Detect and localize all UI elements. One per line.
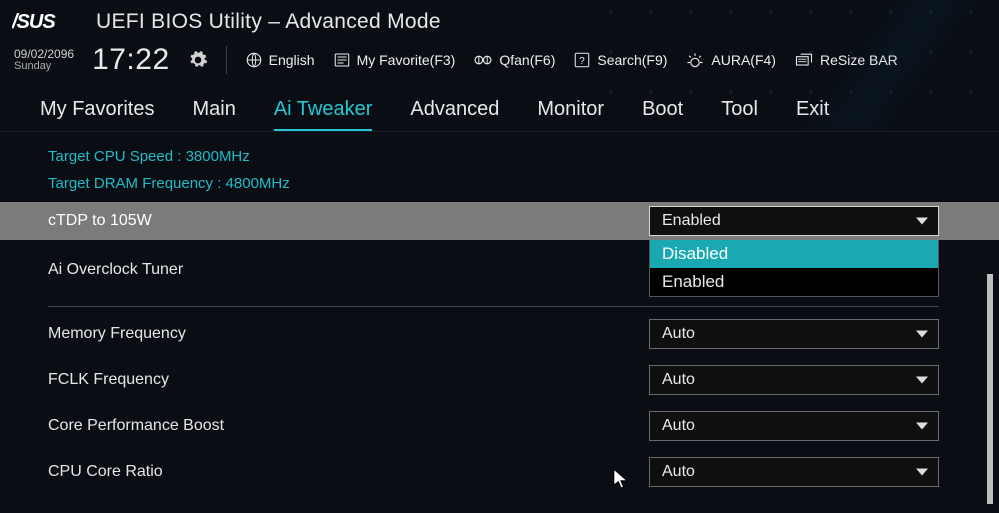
resizebar-label: ReSize BAR [820,52,898,68]
date-text: 09/02/2096 [14,48,74,61]
search-label: Search(F9) [597,52,667,68]
setting-label: Memory Frequency [48,325,649,343]
tab-advanced[interactable]: Advanced [410,98,499,131]
topbar: 09/02/2096 Sunday 17:22 English My Favor… [0,38,999,84]
scrollbar-thumb[interactable] [987,274,993,504]
setting-row-fclk-frequency[interactable]: FCLK Frequency Auto [0,357,999,403]
time-text: 17:22 [92,43,170,77]
aura-icon [685,51,705,69]
setting-row-memory-frequency[interactable]: Memory Frequency Auto [0,311,999,357]
search-button[interactable]: ? Search(F9) [573,51,667,69]
date-block: 09/02/2096 Sunday [14,48,74,72]
chevron-down-icon [916,423,928,430]
qfan-button[interactable]: Qfan(F6) [473,51,555,69]
tab-tool[interactable]: Tool [721,98,758,131]
dropdown-ctdp: Disabled Enabled [649,240,939,297]
setting-value: Auto [662,463,695,481]
target-cpu-speed: Target CPU Speed : 3800MHz [0,142,999,169]
tab-boot[interactable]: Boot [642,98,683,131]
header: /SUS UEFI BIOS Utility – Advanced Mode [0,0,999,38]
tab-main[interactable]: Main [192,98,235,131]
language-label: English [269,52,315,68]
separator [48,306,939,307]
target-dram-frequency: Target DRAM Frequency : 4800MHz [0,169,999,196]
aura-button[interactable]: AURA(F4) [685,51,776,69]
globe-icon [245,51,263,69]
setting-row-core-performance-boost[interactable]: Core Performance Boost Auto [0,403,999,449]
my-favorite-label: My Favorite(F3) [357,52,456,68]
setting-row-cpu-core-ratio[interactable]: CPU Core Ratio Auto [0,449,999,495]
help-icon: ? [573,51,591,69]
chevron-down-icon [916,377,928,384]
setting-label: Core Performance Boost [48,417,649,435]
resizebar-button[interactable]: ReSize BAR [794,51,898,69]
tab-exit[interactable]: Exit [796,98,829,131]
setting-select-fclk-frequency[interactable]: Auto [649,365,939,395]
dropdown-option-enabled[interactable]: Enabled [650,268,938,296]
setting-select-core-performance-boost[interactable]: Auto [649,411,939,441]
gear-icon[interactable] [188,50,208,70]
setting-label: Ai Overclock Tuner [48,261,649,279]
setting-select-cpu-core-ratio[interactable]: Auto [649,457,939,487]
day-text: Sunday [14,61,74,73]
setting-row-ctdp[interactable]: cTDP to 105W Enabled Disabled Enabled [0,202,999,240]
list-icon [333,51,351,69]
dropdown-option-disabled[interactable]: Disabled [650,240,938,268]
aura-label: AURA(F4) [711,52,776,68]
setting-select-memory-frequency[interactable]: Auto [649,319,939,349]
content-area: Target CPU Speed : 3800MHz Target DRAM F… [0,132,999,513]
setting-value: Auto [662,417,695,435]
my-favorite-button[interactable]: My Favorite(F3) [333,51,456,69]
tab-monitor[interactable]: Monitor [537,98,604,131]
chevron-down-icon [916,218,928,225]
asus-logo-icon: /SUS [12,10,82,34]
tab-ai-tweaker[interactable]: Ai Tweaker [274,98,373,131]
svg-text:?: ? [580,56,586,67]
setting-label: CPU Core Ratio [48,463,649,481]
setting-select-ctdp[interactable]: Enabled [649,206,939,236]
divider [226,46,227,74]
language-button[interactable]: English [245,51,315,69]
setting-value: Auto [662,371,695,389]
chevron-down-icon [916,331,928,338]
setting-value: Enabled [662,212,721,230]
qfan-label: Qfan(F6) [499,52,555,68]
setting-label: FCLK Frequency [48,371,649,389]
window-title: UEFI BIOS Utility – Advanced Mode [96,10,441,34]
resize-bar-icon [794,51,814,69]
svg-text:/SUS: /SUS [12,11,56,33]
chevron-down-icon [916,469,928,476]
tab-my-favorites[interactable]: My Favorites [40,98,154,131]
setting-value: Auto [662,325,695,343]
scrollbar[interactable] [987,274,993,503]
fan-icon [473,51,493,69]
tab-bar: My Favorites Main Ai Tweaker Advanced Mo… [0,84,999,132]
brand-block: /SUS UEFI BIOS Utility – Advanced Mode [12,10,441,34]
setting-label: cTDP to 105W [48,212,649,230]
